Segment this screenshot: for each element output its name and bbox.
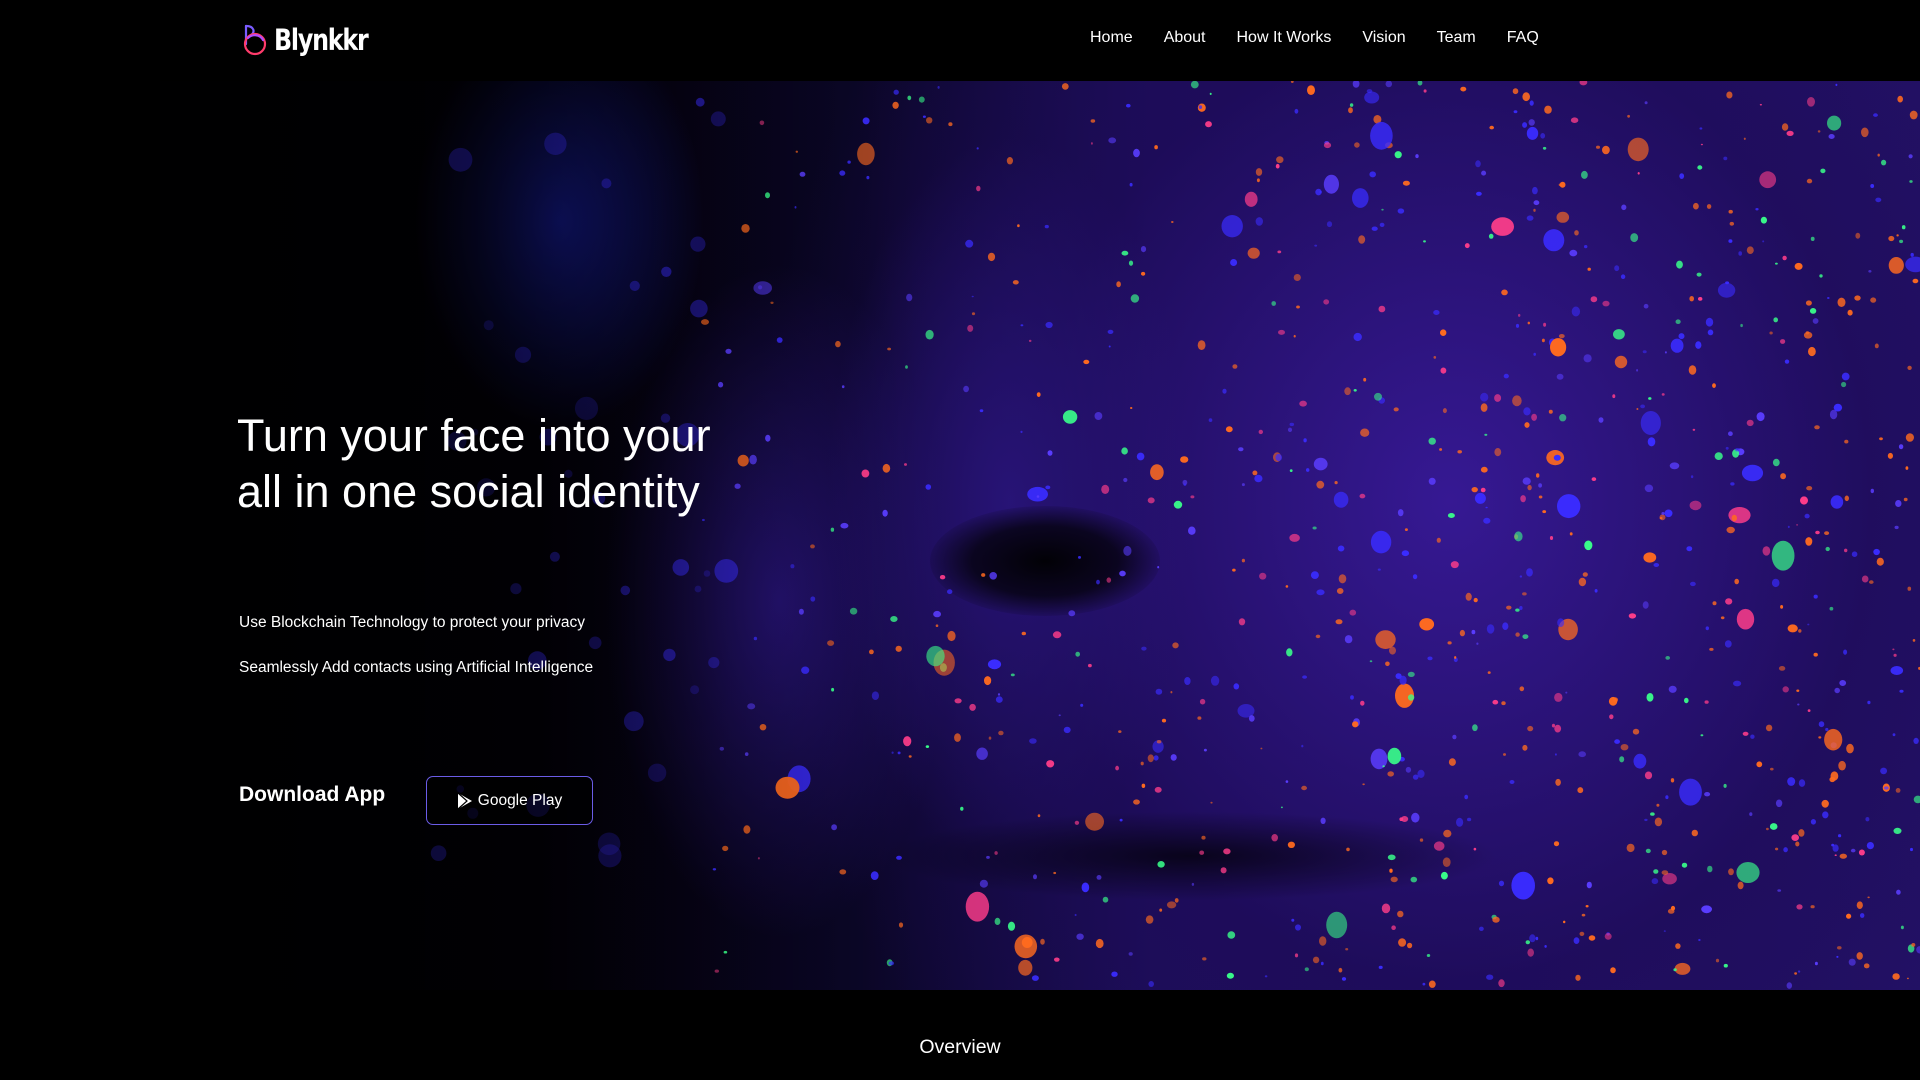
hero-section: Turn your face into your all in one soci… <box>0 81 1920 990</box>
nav-vision[interactable]: Vision <box>1362 29 1405 47</box>
overview-heading: Overview <box>919 1036 1001 1058</box>
play-store-icon <box>457 792 472 809</box>
download-app-label: Download App <box>239 783 386 806</box>
hero-title: Turn your face into your all in one soci… <box>237 410 711 517</box>
nav-home[interactable]: Home <box>1090 29 1133 47</box>
site-header: Blynkkr Home About How It Works Vision T… <box>0 0 1920 81</box>
main-nav: Home About How It Works Vision Team FAQ <box>1090 29 1539 47</box>
google-play-label: Google Play <box>477 791 563 809</box>
nav-how-it-works[interactable]: How It Works <box>1237 29 1332 47</box>
nav-team[interactable]: Team <box>1437 29 1476 47</box>
hero-feature-ai: Seamlessly Add contacts using Artificial… <box>239 659 594 676</box>
hero-overlay <box>0 81 1920 990</box>
google-play-button[interactable]: Google Play <box>426 776 593 825</box>
nav-about[interactable]: About <box>1164 29 1206 47</box>
logo-link[interactable]: Blynkkr <box>240 20 388 60</box>
hero-feature-blockchain: Use Blockchain Technology to protect you… <box>239 614 586 631</box>
nav-faq[interactable]: FAQ <box>1507 29 1539 47</box>
blynkkr-logo-icon <box>243 24 267 56</box>
logo-text: Blynkkr <box>274 23 369 57</box>
